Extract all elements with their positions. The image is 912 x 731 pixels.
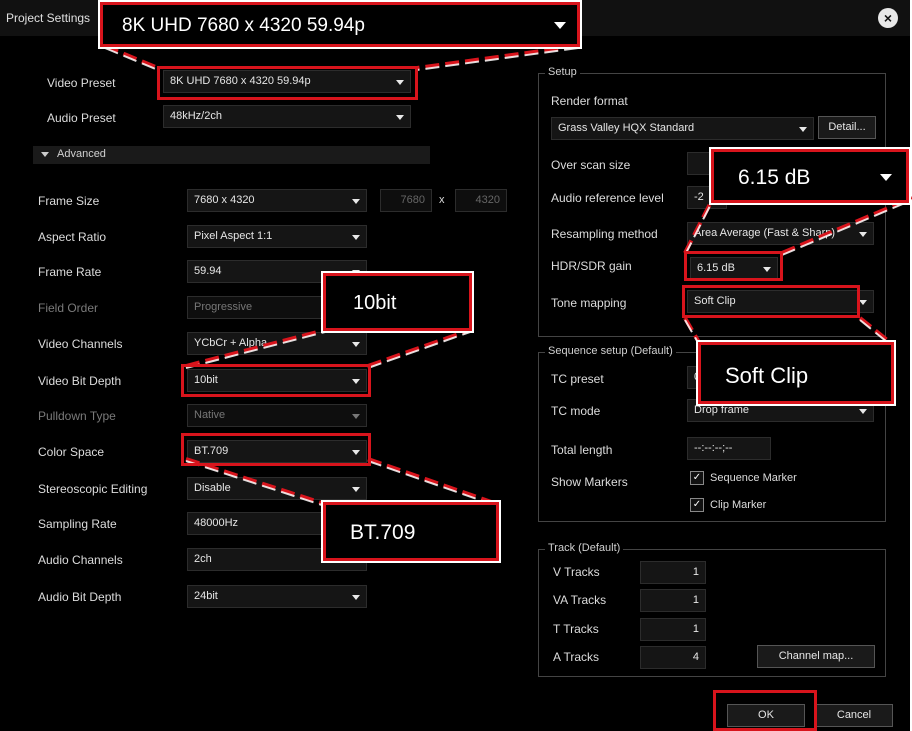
ok-button-highlight	[713, 690, 817, 731]
bit-depth-callout: 10bit	[321, 271, 474, 333]
video-preset-highlight	[157, 66, 418, 100]
color-space-callout: BT.709	[321, 500, 501, 563]
color-space-highlight	[181, 433, 371, 466]
preset-callout: 8K UHD 7680 x 4320 59.94p	[98, 0, 582, 49]
color-space-callout-text: BT.709	[350, 521, 416, 544]
video-bit-depth-highlight	[181, 364, 371, 397]
preset-callout-text: 8K UHD 7680 x 4320 59.94p	[122, 15, 365, 36]
bit-depth-callout-text: 10bit	[353, 292, 397, 314]
chevron-down-icon	[880, 174, 892, 181]
tone-mapping-callout: Soft Clip	[696, 340, 896, 406]
hdr-gain-callout-text: 6.15 dB	[738, 166, 811, 189]
hdr-sdr-gain-highlight	[684, 251, 783, 281]
tone-mapping-highlight	[682, 285, 860, 318]
hdr-gain-callout: 6.15 dB	[709, 147, 911, 205]
tone-mapping-callout-text: Soft Clip	[725, 363, 809, 388]
chevron-down-icon	[554, 22, 566, 29]
